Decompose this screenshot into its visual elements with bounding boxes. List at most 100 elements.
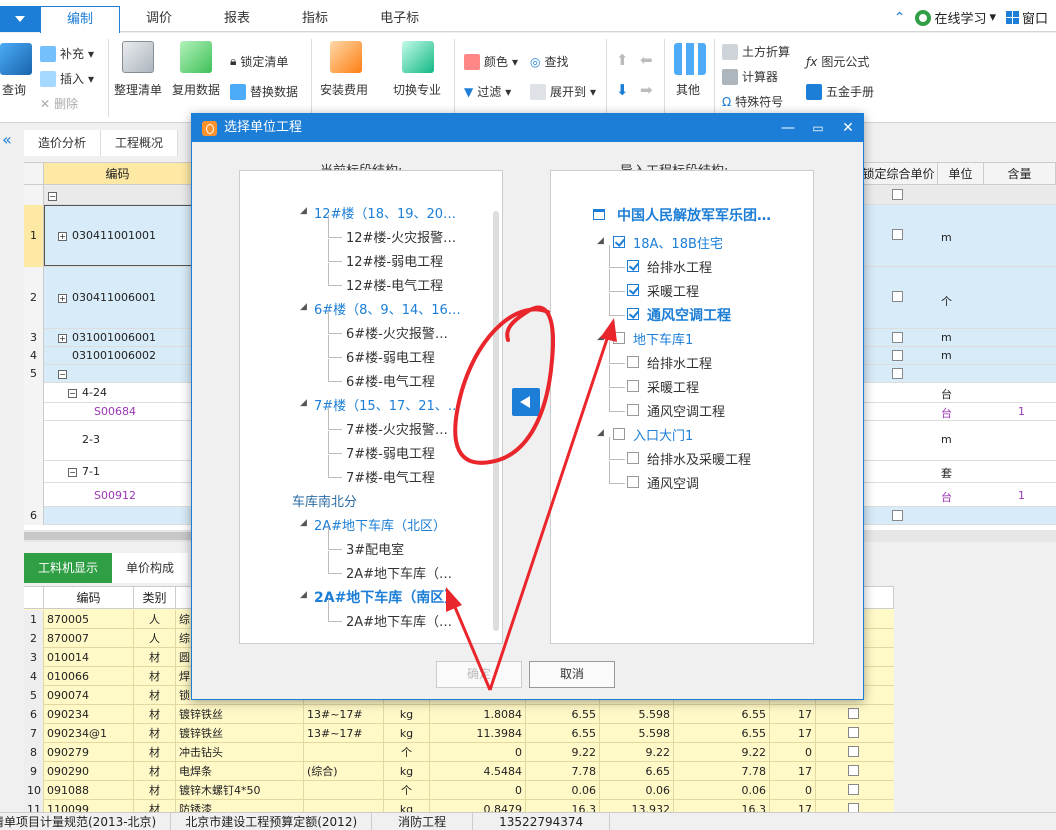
lock-price-checkbox[interactable] (892, 291, 903, 302)
tree-node-checkbox[interactable] (627, 380, 639, 392)
tree-node-checkbox[interactable] (627, 260, 639, 272)
other-button[interactable]: 其他 (676, 81, 700, 98)
earthwork-convert-button[interactable]: 土方折算 (722, 43, 790, 60)
tree-group-node[interactable]: 7#楼（15、17、21、… (314, 395, 461, 414)
window-menu-button[interactable]: 窗口 (1005, 8, 1048, 27)
resource-code[interactable]: 090234@1 (44, 724, 134, 743)
tab-e-bid[interactable]: 电子标 (354, 6, 445, 32)
move-up-icon[interactable]: ⬆ (616, 51, 629, 69)
resource-category[interactable]: 材 (134, 724, 176, 743)
reuse-data-button[interactable]: 复用数据 (172, 81, 220, 98)
lock-price-checkbox[interactable] (892, 510, 903, 521)
tree-group-node[interactable]: 2A#地下车库（北区） (314, 515, 446, 534)
resource-code[interactable]: 090290 (44, 762, 134, 781)
tab-indicator[interactable]: 指标 (276, 6, 354, 32)
resource-tax-incl-price[interactable]: 6.55 (674, 705, 770, 724)
resource-quantity[interactable]: 1.8084 (430, 705, 526, 724)
tree-node-checkbox[interactable] (627, 452, 639, 464)
insert-button[interactable]: 插入 ▾ (40, 70, 94, 87)
resource-code[interactable]: 091088 (44, 781, 134, 800)
tree-leaf-node[interactable]: 12#楼-弱电工程 (346, 251, 443, 270)
lock-list-button[interactable]: 🔒︎ 锁定清单 (230, 53, 288, 70)
resource-header-category[interactable]: 类别 (134, 587, 176, 609)
resource-code[interactable]: 090234 (44, 705, 134, 724)
grid-header-content[interactable]: 含量 (984, 163, 1056, 185)
tab-report[interactable]: 报表 (198, 6, 276, 32)
tab-labor-material-machine[interactable]: 工料机显示 (24, 553, 113, 583)
install-fee-button[interactable]: 安装费用 (320, 81, 368, 98)
reuse-data-icon[interactable] (180, 41, 212, 73)
tree-group-node[interactable]: 车库南北分 (292, 491, 357, 510)
collapse-left-panel-icon[interactable]: « (2, 130, 12, 149)
tree-node-checkbox[interactable] (627, 308, 639, 320)
resource-code[interactable]: 010014 (44, 648, 134, 667)
expand-icon[interactable]: + (58, 333, 67, 343)
tree-leaf-node[interactable]: 12#楼-火灾报警… (346, 227, 456, 246)
table-row[interactable]: 10 091088 材镀锌木螺钉4*50 个 0 0.06 0.06 0.06 0 (24, 781, 894, 800)
move-left-icon[interactable]: ⬅ (640, 51, 653, 69)
tree-collapse-icon[interactable]: ◢ (300, 590, 307, 600)
tree-group-node[interactable]: 地下车库1 (633, 329, 693, 348)
estimate-checkbox[interactable] (848, 765, 859, 776)
close-icon[interactable]: ✕ (833, 114, 863, 142)
tree-collapse-icon[interactable]: ◢ (300, 398, 307, 408)
query-icon[interactable] (0, 43, 32, 75)
resource-tax-excl-price[interactable]: 0.06 (600, 781, 674, 800)
tree-leaf-node[interactable]: 通风空调 (647, 473, 699, 492)
tree-leaf-node[interactable]: 6#楼-火灾报警… (346, 323, 448, 342)
app-menu-button[interactable] (0, 6, 40, 32)
tree-leaf-node[interactable]: 通风空调工程 (647, 305, 731, 325)
grid-header-code[interactable]: 编码 (44, 163, 192, 185)
resource-spec[interactable] (304, 781, 384, 800)
resource-quantity[interactable]: 4.5484 (430, 762, 526, 781)
tree-node-checkbox[interactable] (613, 428, 625, 440)
other-grid-icon[interactable] (674, 43, 706, 75)
lock-price-checkbox[interactable] (892, 229, 903, 240)
table-row[interactable]: 7 090234@1 材镀锌铁丝 13#~17# kg 11.3984 6.55 5.598 6… (24, 724, 894, 743)
grid-header-lock-price[interactable]: 锁定综合单价 (860, 163, 938, 185)
tree-leaf-node[interactable]: 7#楼-火灾报警… (346, 419, 448, 438)
resource-category[interactable]: 材 (134, 762, 176, 781)
tab-edit[interactable]: 编制 (40, 6, 121, 33)
ok-button[interactable]: 确定 (436, 661, 522, 688)
tree-collapse-icon[interactable]: ◢ (300, 302, 307, 312)
estimate-checkbox[interactable] (848, 727, 859, 738)
minimize-icon[interactable]: — (773, 114, 803, 142)
tree-leaf-node[interactable]: 6#楼-电气工程 (346, 371, 435, 390)
resource-code[interactable]: 090074 (44, 686, 134, 705)
resource-quantity[interactable]: 0 (430, 743, 526, 762)
transfer-left-button[interactable] (512, 388, 540, 416)
lock-price-checkbox[interactable] (892, 350, 903, 361)
resource-tax-incl-price[interactable]: 9.22 (674, 743, 770, 762)
hardware-manual-button[interactable]: 五金手册 (806, 83, 874, 100)
expand-to-button[interactable]: 展开到 ▾ (530, 83, 596, 100)
grid-header-unit[interactable]: 单位 (938, 163, 984, 185)
resource-category[interactable]: 材 (134, 781, 176, 800)
tree-group-node[interactable]: 18A、18B住宅 (633, 233, 723, 252)
resource-category[interactable]: 材 (134, 667, 176, 686)
cancel-button[interactable]: 取消 (529, 661, 615, 688)
tab-price-adjust[interactable]: 调价 (120, 6, 198, 32)
resource-quantity[interactable]: 11.3984 (430, 724, 526, 743)
estimate-checkbox[interactable] (848, 784, 859, 795)
switch-major-button[interactable]: 切换专业 (393, 81, 441, 98)
tree-node-checkbox[interactable] (627, 476, 639, 488)
tree-node-checkbox[interactable] (627, 404, 639, 416)
lock-price-checkbox[interactable] (892, 332, 903, 343)
resource-category[interactable]: 材 (134, 648, 176, 667)
resource-unit[interactable]: 个 (384, 743, 430, 762)
replace-data-button[interactable]: 替换数据 (230, 83, 298, 100)
lock-price-checkbox[interactable] (892, 368, 903, 379)
resource-spec[interactable]: 13#~17# (304, 724, 384, 743)
collapse-icon[interactable]: − (68, 467, 77, 477)
resource-name[interactable]: 镀锌铁丝 (176, 705, 304, 724)
resource-price[interactable]: 9.22 (526, 743, 600, 762)
resource-unit[interactable]: kg (384, 762, 430, 781)
resource-code[interactable]: 010066 (44, 667, 134, 686)
resource-name[interactable]: 镀锌木螺钉4*50 (176, 781, 304, 800)
resource-spec[interactable]: 13#~17# (304, 705, 384, 724)
tree-leaf-node[interactable]: 给排水工程 (647, 353, 712, 372)
resource-price[interactable]: 6.55 (526, 705, 600, 724)
calculator-button[interactable]: 计算器 (722, 68, 778, 85)
expand-icon[interactable]: + (58, 293, 67, 303)
